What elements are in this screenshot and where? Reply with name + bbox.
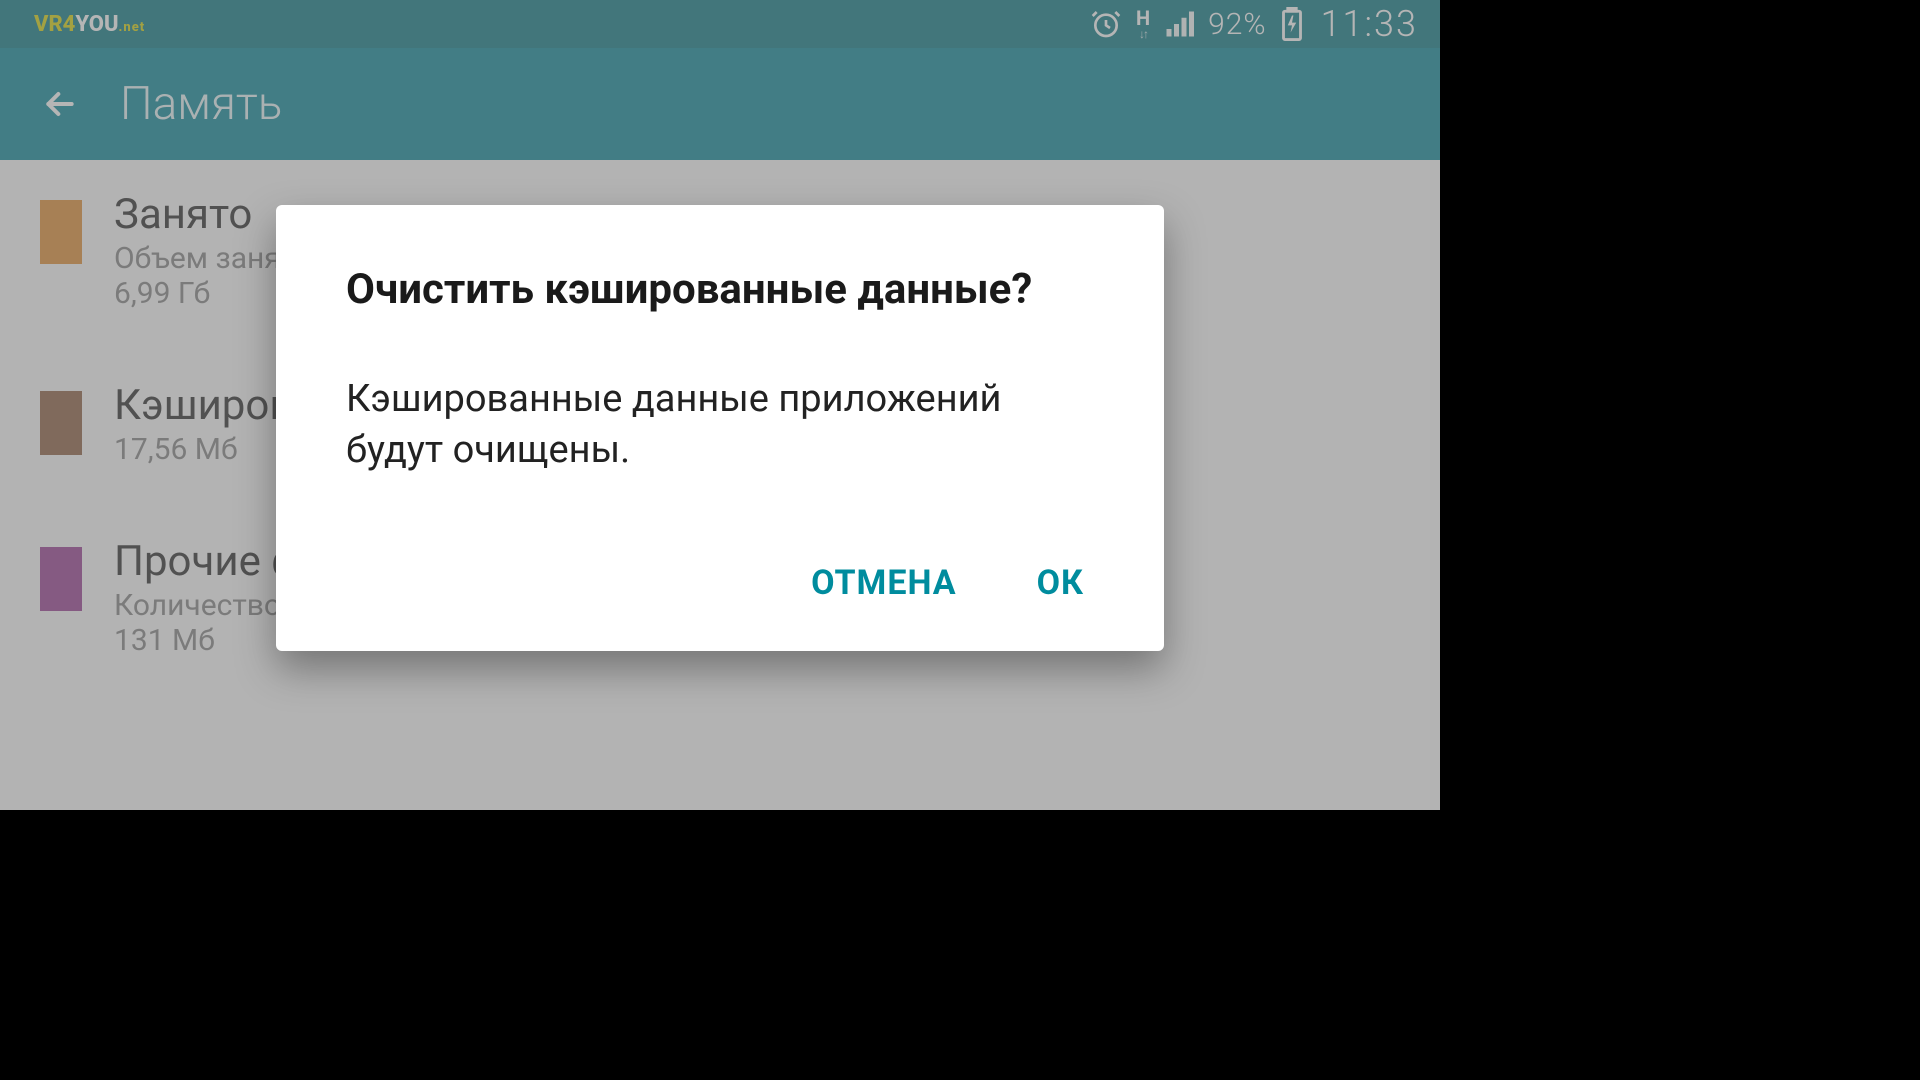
modal-scrim[interactable]: Очистить кэшированные данные? Кэшированн… — [0, 0, 1440, 810]
ok-button[interactable]: ОК — [1027, 557, 1094, 609]
screen: VR4YOU.net H ↓↑ 92% 11:33 — [0, 0, 1440, 810]
cancel-button[interactable]: ОТМЕНА — [801, 557, 966, 609]
dialog-body: Кэшированные данные приложений будут очи… — [346, 374, 1094, 477]
dialog-title: Очистить кэшированные данные? — [346, 265, 1094, 314]
dialog-actions: ОТМЕНА ОК — [346, 557, 1094, 609]
confirm-dialog: Очистить кэшированные данные? Кэшированн… — [276, 205, 1164, 651]
